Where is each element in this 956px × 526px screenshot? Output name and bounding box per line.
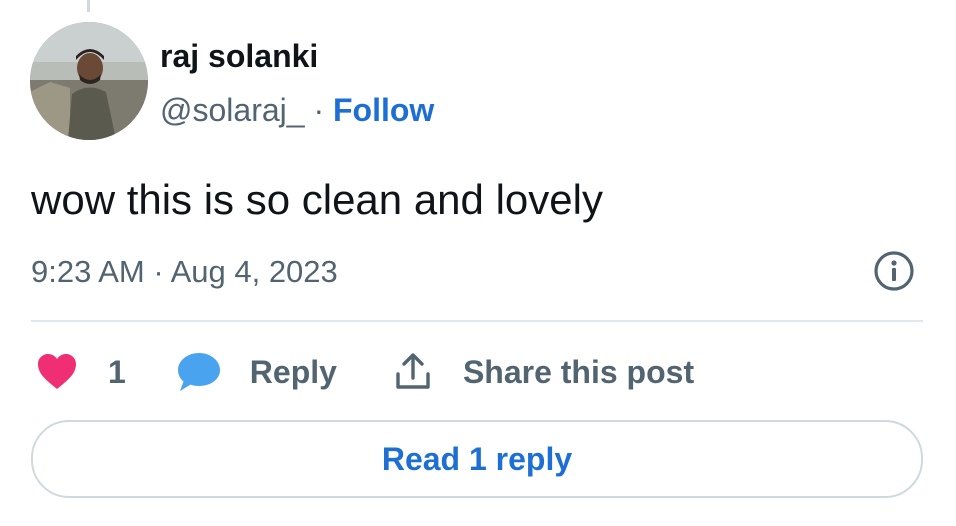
divider [31,320,923,322]
avatar[interactable] [30,22,148,140]
share-button[interactable]: Share this post [393,352,694,392]
read-replies-button[interactable]: Read 1 reply [31,420,923,498]
author-handle-row: @solaraj_ · Follow [160,90,434,130]
author-handle[interactable]: @solaraj_ [160,92,305,128]
avatar-photo [30,22,148,140]
reply-label: Reply [249,353,337,390]
like-button[interactable]: 1 [36,352,126,392]
like-count: 1 [108,353,126,390]
share-label: Share this post [462,353,695,390]
tweet-author: raj solanki @solaraj_ · Follow [160,36,434,130]
reply-button[interactable]: Reply [176,351,337,393]
heart-icon [38,354,76,389]
follow-button[interactable]: Follow [333,92,434,128]
speech-bubble-icon [177,353,220,391]
share-upload-icon [396,353,430,389]
author-display-name[interactable]: raj solanki [160,36,434,76]
tweet-timestamp[interactable]: 9:23 AM · Aug 4, 2023 [31,252,338,292]
tweet-actions: 1 Reply Share this post [36,350,694,394]
tweet-text: wow this is so clean and lovely [31,176,603,223]
thread-connector-line [87,0,90,12]
info-icon[interactable] [873,250,915,292]
handle-separator: · [304,92,333,128]
